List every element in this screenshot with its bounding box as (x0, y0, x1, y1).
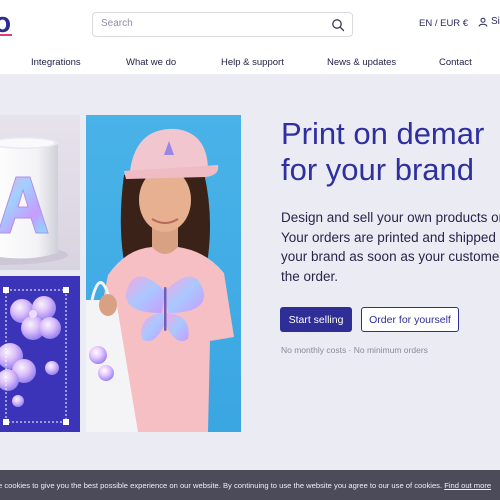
hero-title-line-1: Print on demar (281, 116, 485, 151)
language-currency-selector[interactable]: EN / EUR € (419, 18, 468, 29)
search-placeholder: Search (101, 18, 133, 29)
model-illustration (86, 128, 234, 432)
hero-subtitle-line-1: Design and sell your own products or (281, 210, 500, 225)
main-nav: Integrations What we do Help & support N… (0, 48, 500, 75)
model-tshirt-image (86, 115, 241, 432)
nav-item-help-support[interactable]: Help & support (221, 57, 284, 68)
nav-item-what-we-do[interactable]: What we do (126, 57, 176, 68)
mug-product-image (0, 115, 80, 270)
flower-design-image (0, 276, 80, 432)
cookie-banner: e cookies to give you the best possible … (0, 470, 500, 500)
hero-title: Print on demar for your brand (281, 116, 484, 188)
cookie-text: e cookies to give you the best possible … (0, 481, 443, 490)
hero-subtitle-line-3: your brand as soon as your custome (281, 249, 500, 264)
nav-item-news-updates[interactable]: News & updates (327, 57, 396, 68)
sign-in-label: Sig (491, 16, 500, 27)
nav-item-integrations[interactable]: Integrations (31, 57, 81, 68)
hero-subtitle: Design and sell your own products or You… (281, 208, 500, 286)
mug-illustration (0, 137, 68, 265)
hero-subtitle-line-2: Your orders are printed and shipped (281, 229, 496, 245)
cookie-find-out-more-link[interactable]: Find out more (444, 481, 491, 490)
top-bar: O Search EN / EUR € Sig (0, 0, 500, 48)
search-icon[interactable] (331, 18, 345, 32)
start-selling-button[interactable]: Start selling (280, 307, 352, 332)
search-field[interactable]: Search (92, 12, 353, 37)
hero-title-line-2: for your brand (281, 152, 474, 187)
flower-illustration (0, 287, 69, 425)
user-icon (478, 17, 488, 27)
hero-note: No monthly costs · No minimum orders (281, 345, 428, 355)
hero-subtitle-line-4: the order. (281, 268, 339, 284)
sign-in-button[interactable]: Sig (478, 16, 500, 27)
logo-underline (0, 34, 12, 36)
nav-item-contact[interactable]: Contact (439, 57, 472, 68)
cookie-text-row: e cookies to give you the best possible … (0, 481, 491, 490)
order-for-yourself-button[interactable]: Order for yourself (361, 307, 459, 332)
